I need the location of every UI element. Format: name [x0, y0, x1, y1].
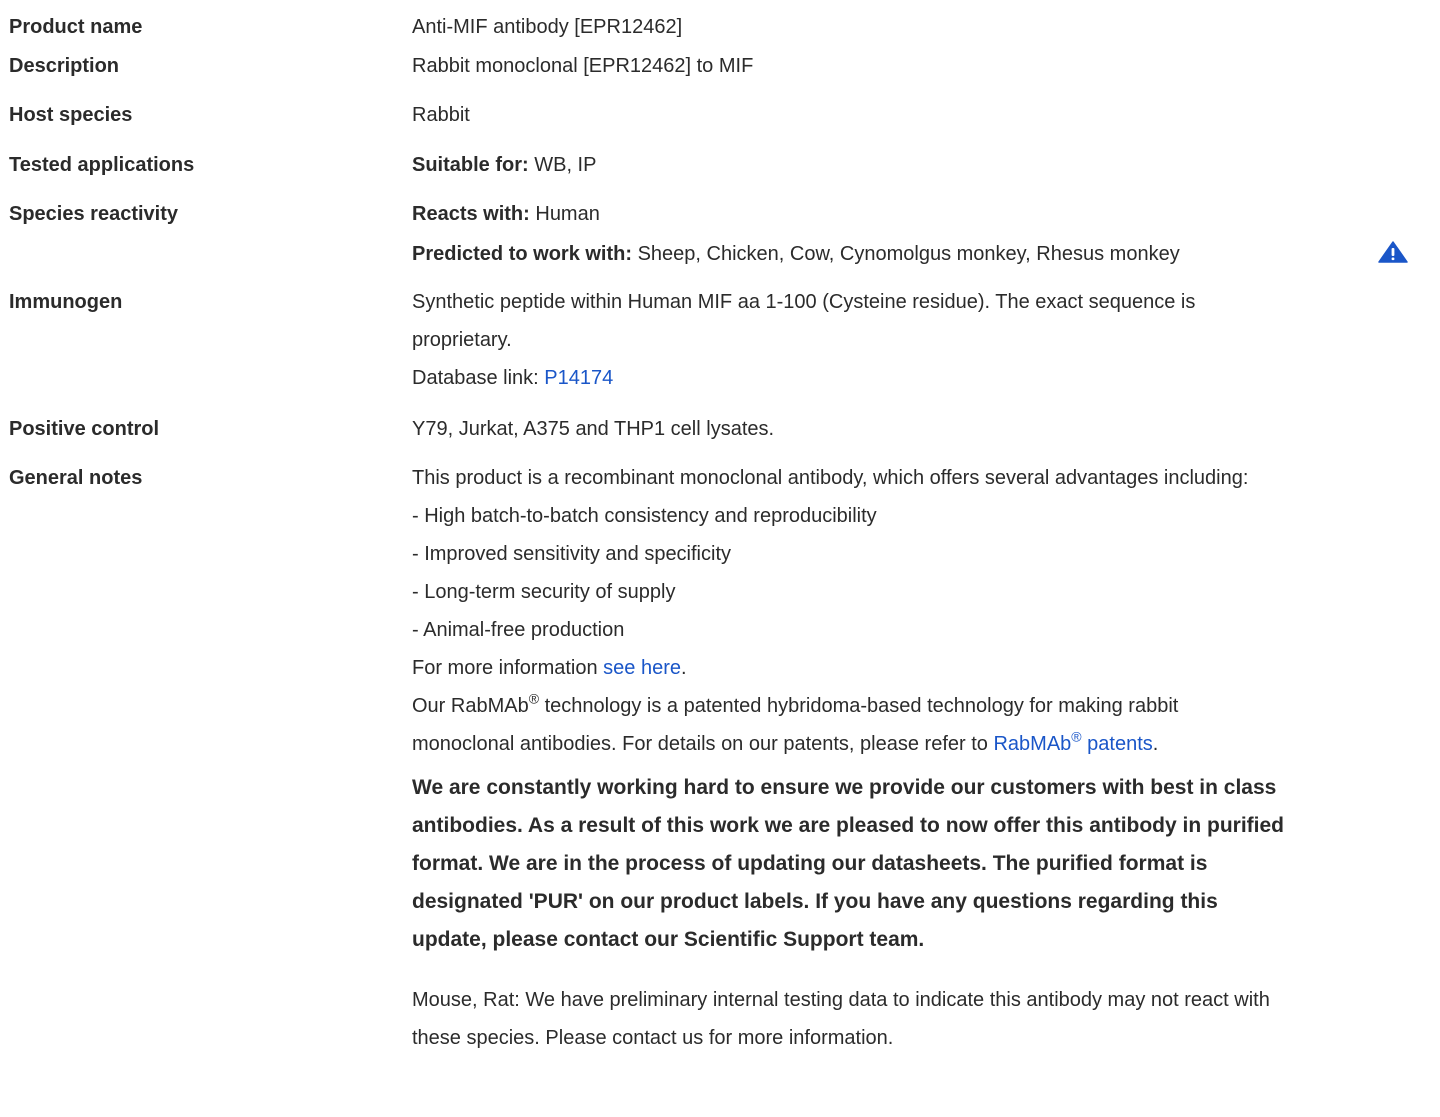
rabmab-text-b: technology is a patented hybridoma-based…	[539, 695, 1179, 717]
more-info-line: For more information see here.	[412, 649, 1412, 687]
patents-link-a: RabMAb	[993, 733, 1072, 755]
predicted-list: Sheep, Chicken, Cow, Cynomolgus monkey, …	[632, 243, 1180, 265]
notes-bullet: - Long-term security of supply	[412, 581, 676, 603]
immunogen-line2: proprietary.	[412, 329, 512, 351]
row-tested-applications: Tested applications Suitable for: WB, IP	[0, 146, 1440, 195]
positive-control-label: Positive control	[9, 418, 160, 440]
notice-line: update, please contact our Scientific Su…	[412, 928, 925, 951]
product-name-value: Anti-MIF antibody [EPR12462]	[412, 16, 683, 38]
notes-bullet: - High batch-to-batch consistency and re…	[412, 505, 877, 527]
predicted-prefix: Predicted to work with:	[412, 243, 633, 265]
more-info-prefix: For more information	[412, 657, 604, 679]
description-label: Description	[9, 55, 120, 77]
notice-line: We are constantly working hard to ensure…	[412, 776, 1277, 799]
notes-bullet: - Improved sensitivity and specificity	[412, 543, 732, 565]
patents-link-b: patents	[1081, 733, 1153, 755]
patents-registered-mark: ®	[1071, 728, 1082, 745]
rabmab-text-c: monoclonal antibodies. For details on ou…	[412, 733, 994, 755]
rabmab-line1: Our RabMAb® technology is a patented hyb…	[412, 687, 1412, 725]
more-info-suffix: .	[681, 657, 687, 679]
immunogen-label: Immunogen	[9, 291, 123, 313]
notes-bullet: - Animal-free production	[412, 619, 625, 641]
immunogen-line1: Synthetic peptide within Human MIF aa 1-…	[412, 291, 1196, 313]
see-here-link[interactable]: see here	[603, 657, 681, 679]
notes-intro: This product is a recombinant monoclonal…	[412, 467, 1249, 489]
predicted-value: Predicted to work with: Sheep, Chicken, …	[412, 235, 1412, 283]
row-species-reactivity: Species reactivity Reacts with: Human	[0, 195, 1440, 235]
reacts-with-prefix: Reacts with:	[412, 203, 530, 225]
row-host-species: Host species Rabbit	[0, 96, 1440, 146]
description-value: Rabbit monoclonal [EPR12462] to MIF	[412, 55, 754, 77]
patents-suffix: .	[1152, 733, 1159, 755]
warning-triangle-icon[interactable]	[1378, 241, 1408, 263]
product-name-label: Product name	[9, 16, 143, 38]
suitable-for-prefix: Suitable for:	[412, 154, 529, 176]
mouse-rat-note: Mouse, Rat: We have preliminary internal…	[412, 981, 1412, 1057]
tested-applications-value: Suitable for: WB, IP	[412, 146, 1412, 195]
mouse-rat-line2: these species. Please contact us for mor…	[412, 1027, 894, 1049]
species-reactivity-label: Species reactivity	[9, 203, 178, 225]
row-positive-control: Positive control Y79, Jurkat, A375 and T…	[0, 410, 1440, 459]
predicted-label-spacer	[0, 235, 412, 283]
notice-line: format. We are in the process of updatin…	[412, 852, 1208, 875]
host-species-label: Host species	[9, 104, 133, 126]
database-link[interactable]: P14174	[544, 367, 613, 389]
row-immunogen: Immunogen Synthetic peptide within Human…	[0, 283, 1440, 410]
general-notes-value: This product is a recombinant monoclonal…	[412, 459, 1412, 1057]
general-notes-label: General notes	[9, 467, 143, 489]
registered-mark: ®	[528, 690, 540, 707]
reacts-with-value: Reacts with: Human	[412, 195, 1412, 235]
rabmab-patents-link[interactable]: RabMAb® patents	[993, 730, 1153, 755]
notice-line: antibodies. As a result of this work we …	[412, 814, 1285, 837]
row-product-name: Product name Anti-MIF antibody [EPR12462…	[0, 8, 1440, 47]
rabmab-line2: monoclonal antibodies. For details on ou…	[412, 725, 1412, 763]
purified-format-notice: We are constantly working hard to ensure…	[412, 769, 1412, 959]
reacts-with-list: Human	[529, 203, 600, 225]
immunogen-value: Synthetic peptide within Human MIF aa 1-…	[412, 283, 1412, 410]
positive-control-value: Y79, Jurkat, A375 and THP1 cell lysates.	[412, 418, 775, 440]
notice-line: designated 'PUR' on our product labels. …	[412, 890, 1218, 913]
datasheet-table: Product name Anti-MIF antibody [EPR12462…	[0, 0, 1440, 1057]
database-link-line: Database link: P14174	[412, 359, 1412, 397]
row-description: Description Rabbit monoclonal [EPR12462]…	[0, 47, 1440, 96]
database-link-prefix: Database link:	[412, 367, 545, 389]
tested-applications-label: Tested applications	[9, 154, 195, 176]
row-general-notes: General notes This product is a recombin…	[0, 459, 1440, 1057]
rabmab-text-a: Our RabMAb	[412, 695, 529, 717]
host-species-value: Rabbit	[412, 104, 470, 126]
row-predicted-species: Predicted to work with: Sheep, Chicken, …	[0, 235, 1440, 283]
mouse-rat-line1: Mouse, Rat: We have preliminary internal…	[412, 989, 1270, 1011]
tested-applications-list: WB, IP	[528, 154, 597, 176]
